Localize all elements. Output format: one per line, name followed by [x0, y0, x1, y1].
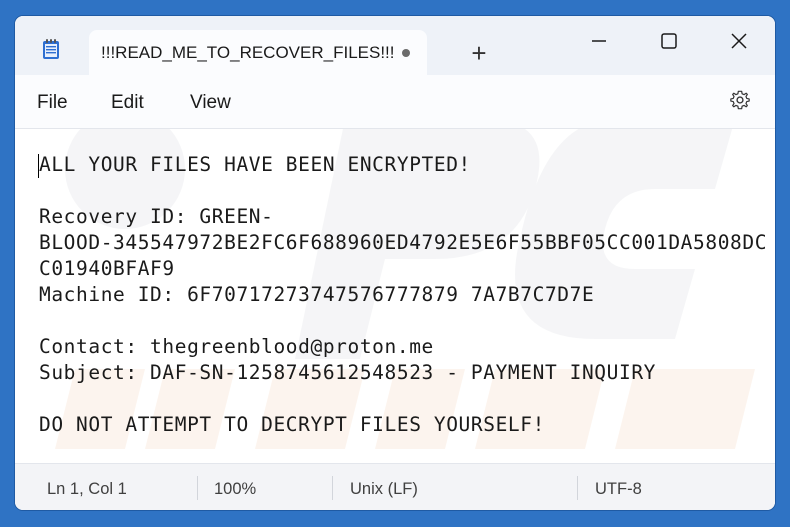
status-divider: [197, 476, 198, 500]
status-bar: Ln 1, Col 1 100% Unix (LF) UTF-8: [15, 463, 775, 510]
status-divider: [577, 476, 578, 500]
tab-document[interactable]: !!!READ_ME_TO_RECOVER_FILES!!!: [89, 30, 427, 75]
text-line: ALL YOUR FILES HAVE BEEN ENCRYPTED!: [39, 153, 471, 176]
menu-bar: File Edit View: [15, 75, 775, 129]
tab-title: !!!READ_ME_TO_RECOVER_FILES!!!: [101, 43, 395, 62]
notepad-window: !!!READ_ME_TO_RECOVER_FILES!!! + File Ed…: [15, 16, 775, 510]
text-line: C01940BFAF9: [39, 257, 175, 280]
text-line: Subject: DAF-SN-1258745612548523 - PAYME…: [39, 361, 656, 384]
encoding[interactable]: UTF-8: [595, 480, 642, 499]
unsaved-dot-icon[interactable]: [402, 49, 410, 57]
text-line: BLOOD-345547972BE2FC6F688960ED4792E5E6F5…: [39, 231, 768, 254]
gear-icon[interactable]: [729, 89, 751, 111]
maximize-icon[interactable]: [654, 28, 684, 54]
cursor-position[interactable]: Ln 1, Col 1: [47, 480, 127, 499]
title-bar: !!!READ_ME_TO_RECOVER_FILES!!! +: [15, 16, 775, 75]
line-ending[interactable]: Unix (LF): [350, 480, 418, 499]
menu-edit[interactable]: Edit: [111, 92, 144, 114]
text-line: Contact: thegreenblood@proton.me: [39, 335, 434, 358]
text-line: Recovery ID: GREEN-: [39, 205, 274, 228]
text-line: DO NOT ATTEMPT TO DECRYPT FILES YOURSELF…: [39, 413, 545, 436]
text-editor[interactable]: ALL YOUR FILES HAVE BEEN ENCRYPTED! Reco…: [15, 129, 775, 463]
notepad-icon: [43, 39, 59, 59]
text-line: Machine ID: 6F70717273747576777879 7A7B7…: [39, 283, 595, 306]
menu-view[interactable]: View: [190, 92, 231, 114]
minimize-icon[interactable]: [584, 28, 614, 54]
status-divider: [332, 476, 333, 500]
new-tab-button[interactable]: +: [467, 40, 491, 66]
close-icon[interactable]: [724, 28, 754, 54]
zoom-level[interactable]: 100%: [214, 480, 256, 499]
menu-file[interactable]: File: [37, 92, 68, 114]
